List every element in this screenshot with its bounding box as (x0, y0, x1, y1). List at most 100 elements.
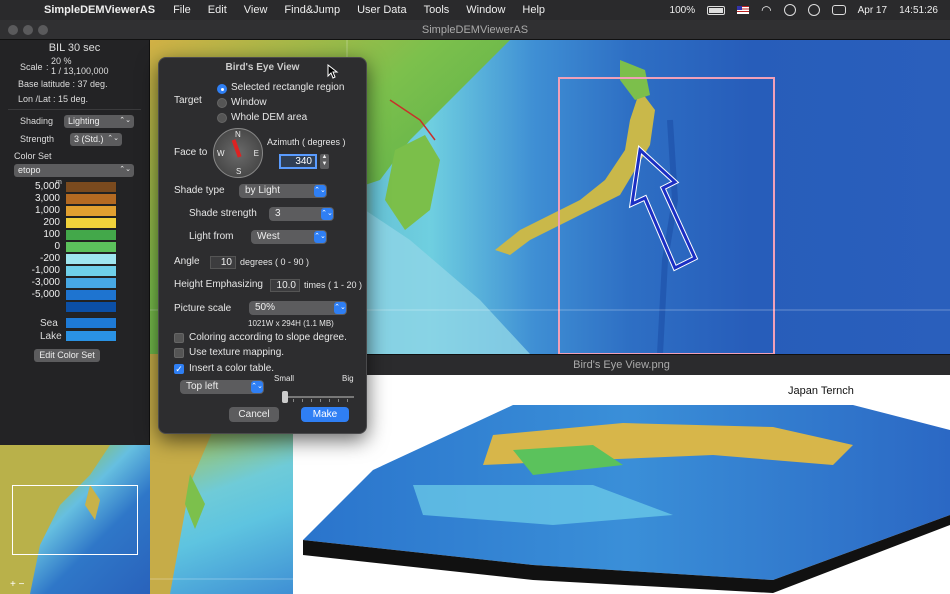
menu-view[interactable]: View (244, 4, 268, 16)
strength-label: Strength (20, 134, 55, 144)
slider-track (284, 396, 354, 398)
compass-e: E (253, 149, 259, 158)
insert-color-table-label[interactable]: Insert a color table. (189, 363, 274, 374)
chevron-updown-icon: ⌃⌄ (334, 302, 346, 314)
legend-swatch (65, 229, 117, 241)
make-button[interactable]: Make (301, 407, 349, 422)
height-emphasizing-hint: times ( 1 - 20 ) (304, 280, 363, 290)
chevron-updown-icon: ⌃⌄ (251, 381, 263, 393)
height-emphasizing-input[interactable]: 10.0 (270, 279, 300, 292)
menu-user-data[interactable]: User Data (357, 4, 407, 16)
menu-find-jump[interactable]: Find&Jump (284, 4, 340, 16)
menubar-date[interactable]: Apr 17 (858, 5, 887, 16)
birds-eye-image[interactable]: Japan Ternch (293, 375, 950, 594)
legend-swatch (65, 265, 117, 277)
edit-color-set-button[interactable]: Edit Color Set (34, 349, 100, 362)
window-titlebar[interactable]: SimpleDEMViewerAS (0, 20, 950, 40)
angle-input[interactable]: 10 (210, 256, 236, 269)
legend-label: 0 (54, 241, 60, 252)
menu-bar: SimpleDEMViewerAS File Edit View Find&Ju… (0, 0, 950, 20)
battery-icon[interactable] (707, 5, 726, 15)
target-option-selected-region[interactable]: Selected rectangle region (231, 82, 344, 93)
light-from-value: West (257, 231, 280, 242)
coloring-slope-label[interactable]: Coloring according to slope degree. (189, 332, 347, 343)
minimap-zoom-controls[interactable]: + − (10, 579, 24, 590)
compass-w: W (217, 149, 225, 158)
azimuth-stepper[interactable]: ▲ ▼ (320, 154, 329, 169)
chevron-updown-icon: ⌃⌄ (314, 185, 326, 197)
picture-size-info: 1021W x 294H (1.1 MB) (248, 319, 334, 328)
legend-row: -3,000 (18, 277, 118, 289)
legend-label: 200 (43, 217, 60, 228)
battery-percent: 100% (669, 4, 696, 16)
legend-label: 5,000 (34, 181, 60, 192)
legend-label: -1,000 (31, 265, 60, 276)
cancel-button[interactable]: Cancel (229, 407, 279, 422)
target-radio-whole-dem[interactable] (217, 113, 227, 123)
size-big-label: Big (342, 374, 354, 383)
insert-color-table-checkbox[interactable]: ✓ (174, 364, 184, 374)
menu-edit[interactable]: Edit (208, 4, 227, 16)
menubar-time[interactable]: 14:51:26 (899, 5, 938, 16)
legend-row (18, 301, 118, 313)
color-set-select[interactable]: etopo (14, 163, 134, 177)
shading-select[interactable]: Lighting (64, 114, 134, 128)
minimap-viewport-frame[interactable] (12, 485, 138, 555)
shading-label: Shading (20, 116, 54, 126)
legend-label: 3,000 (34, 193, 60, 204)
slider-ticks (284, 399, 354, 402)
target-option-window[interactable]: Window (231, 97, 267, 108)
left-info-panel: BIL 30 sec Scale : 20 % 1 / 13,100,000 B… (0, 40, 150, 445)
control-center-icon[interactable] (831, 5, 846, 15)
scale-label: Scale (20, 62, 43, 72)
image-window-titlebar[interactable]: Bird's Eye View.png (293, 354, 950, 375)
azimuth-compass-dial[interactable]: N E S W (213, 128, 263, 178)
angle-label: Angle (174, 256, 200, 267)
legend-row: 3,000 (18, 193, 118, 205)
menu-file[interactable]: File (173, 4, 191, 16)
menu-window[interactable]: Window (466, 4, 505, 16)
shade-type-select[interactable]: by Light ⌃⌄ (239, 184, 327, 198)
target-option-whole-dem[interactable]: Whole DEM area (231, 112, 307, 123)
wifi-icon[interactable]: ◠ (761, 3, 771, 17)
overview-minimap[interactable]: + − (0, 445, 150, 594)
light-from-select[interactable]: West ⌃⌄ (251, 230, 327, 244)
legend-row: -200 (18, 253, 118, 265)
input-source-flag-icon[interactable] (737, 6, 750, 14)
birds-eye-view-dialog: Bird's Eye View Target Selected rectangl… (158, 57, 367, 434)
birds-eye-render (303, 405, 950, 593)
slider-knob[interactable] (282, 391, 288, 403)
lake-color-swatch (65, 330, 117, 342)
window-title: SimpleDEMViewerAS (421, 24, 529, 36)
legend-row: 100 (18, 229, 118, 241)
texture-mapping-checkbox[interactable] (174, 348, 184, 358)
legend-swatch (65, 277, 117, 289)
scale-ratio: 1 / 13,100,000 (51, 66, 109, 76)
color-table-position-select[interactable]: Top left ⌃⌄ (180, 380, 264, 394)
target-radio-selected-region[interactable] (217, 84, 227, 94)
shade-strength-select[interactable]: 3 ⌃⌄ (269, 207, 334, 221)
target-radio-window[interactable] (217, 98, 227, 108)
coloring-slope-checkbox[interactable] (174, 333, 184, 343)
dataset-name: BIL 30 sec (48, 42, 101, 54)
app-menu[interactable]: SimpleDEMViewerAS (44, 4, 155, 16)
image-window-title: Bird's Eye View.png (573, 359, 670, 371)
color-table-size-slider[interactable] (282, 391, 354, 403)
strength-select[interactable]: 3 (Std.) (70, 132, 122, 146)
legend-label: 1,000 (34, 205, 60, 216)
legend-row: 5,000 (18, 181, 118, 193)
menu-help[interactable]: Help (522, 4, 545, 16)
shade-strength-value: 3 (275, 208, 281, 219)
picture-scale-select[interactable]: 50% ⌃⌄ (249, 301, 347, 315)
user-account-icon[interactable] (783, 4, 796, 16)
menu-tools[interactable]: Tools (424, 4, 450, 16)
legend-row: -5,000 (18, 289, 118, 301)
chevron-updown-icon: ⌃⌄ (321, 208, 333, 220)
lon-lat-ratio: Lon /Lat : 15 deg. (18, 94, 89, 104)
legend-label: -200 (39, 253, 60, 264)
face-to-label: Face to (174, 147, 208, 158)
texture-mapping-label[interactable]: Use texture mapping. (189, 347, 284, 358)
shade-type-label: Shade type (174, 185, 225, 196)
time-machine-icon[interactable] (807, 4, 820, 16)
azimuth-input[interactable]: 340 (279, 154, 317, 169)
